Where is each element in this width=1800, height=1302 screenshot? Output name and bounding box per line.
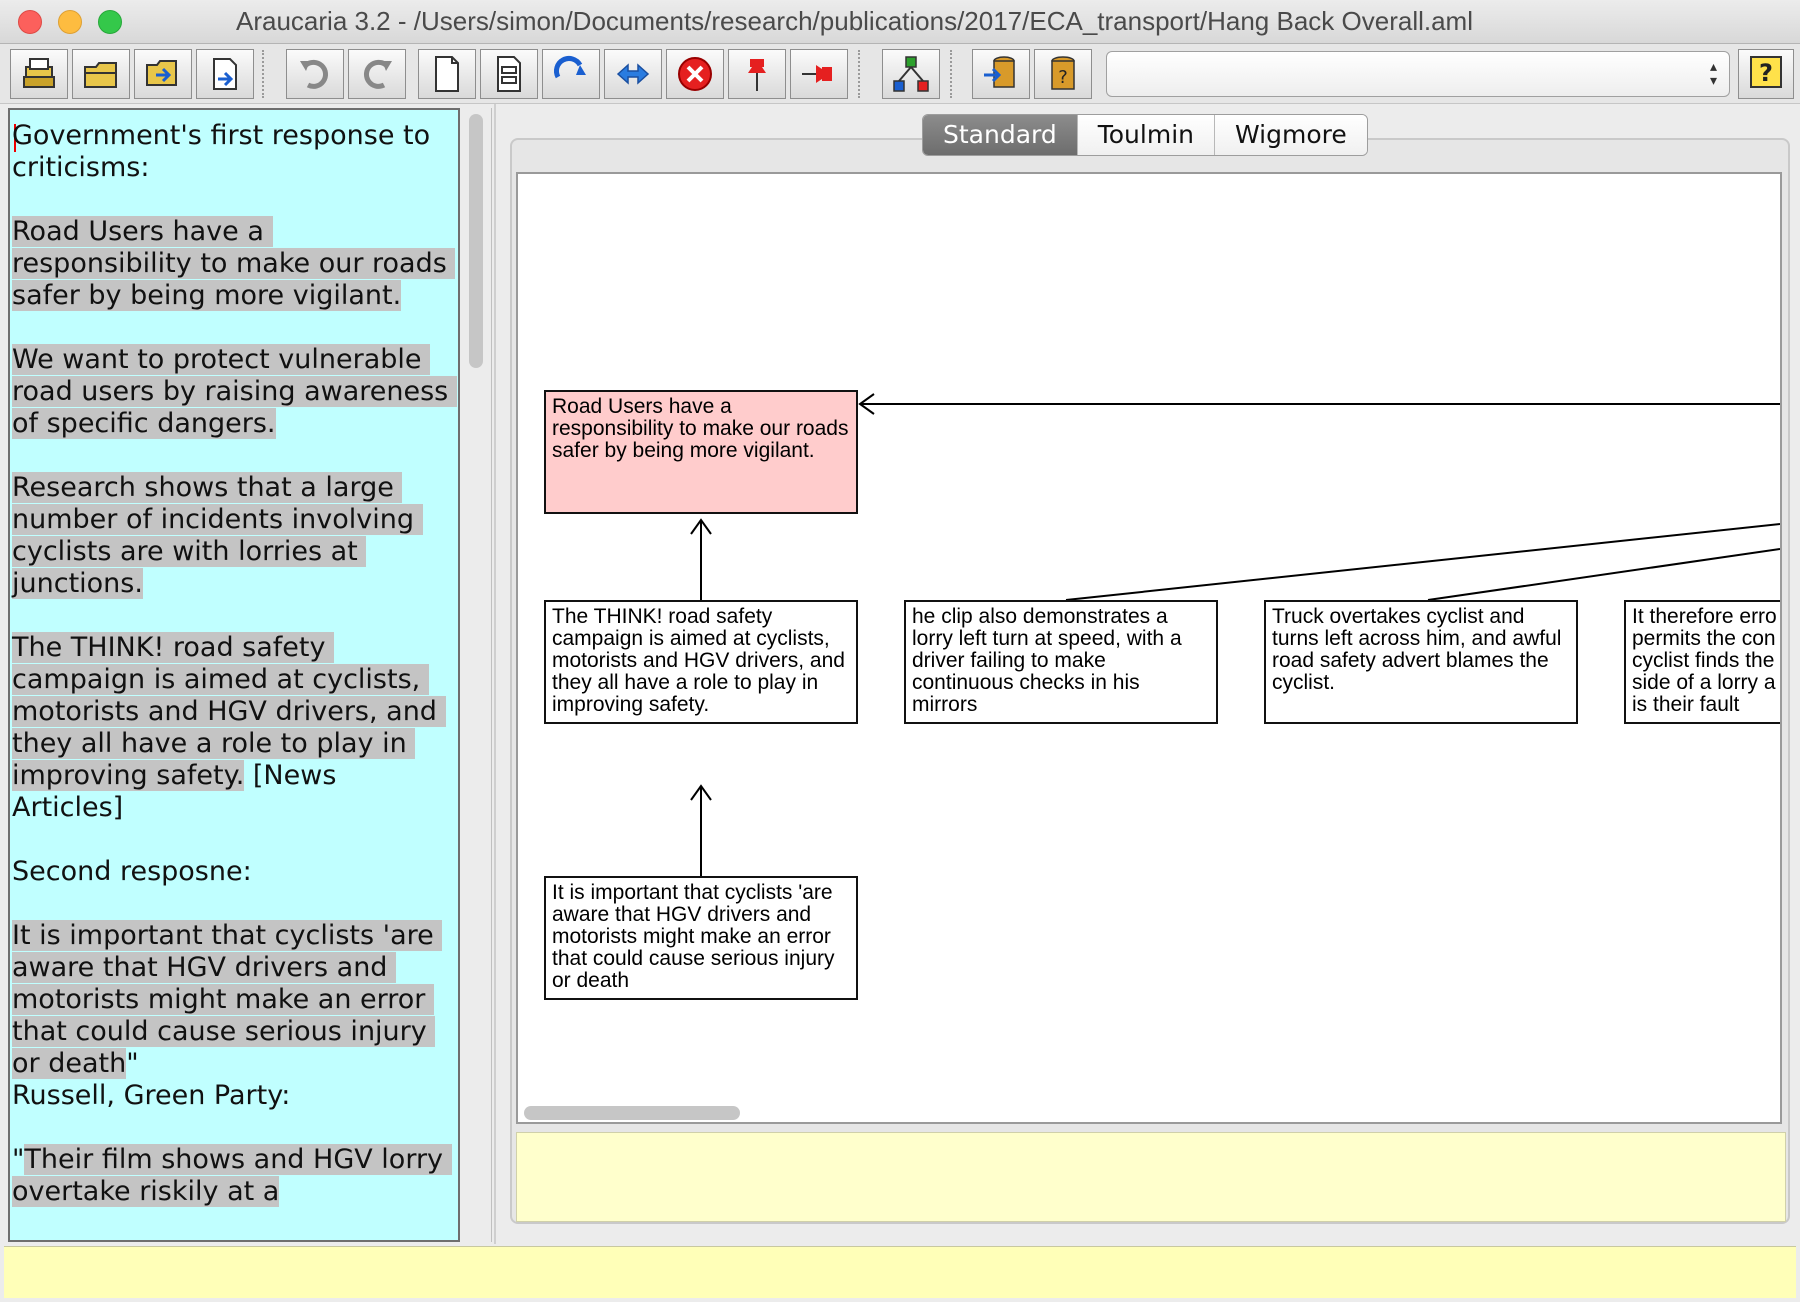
source-paragraph: Government's first response to criticism… <box>12 120 452 184</box>
pin-button[interactable] <box>728 49 786 99</box>
database-query-icon: ? <box>1051 56 1075 90</box>
document-properties-button[interactable] <box>480 49 538 99</box>
new-document-icon <box>435 56 459 92</box>
combo-arrows-icon: ▴ ▾ <box>1709 59 1717 89</box>
source-text[interactable]: Government's first response to criticism… <box>12 120 457 1240</box>
argument-node[interactable]: It is important that cyclists 'are aware… <box>544 876 858 1000</box>
tree-layout-icon <box>893 56 929 92</box>
source-paragraph: Research shows that a large number of in… <box>12 472 452 600</box>
evaluation-area[interactable] <box>516 1132 1786 1222</box>
argument-node[interactable]: The THINK! road safety campaign is aimed… <box>544 600 858 724</box>
node-text: Truck overtakes cyclist and turns left a… <box>1272 605 1562 694</box>
source-paragraph: The THINK! road safety campaign is aimed… <box>12 632 452 824</box>
export-button[interactable] <box>196 49 254 99</box>
redo-button[interactable] <box>348 49 406 99</box>
argument-node[interactable]: he clip also demonstrates a lorry left t… <box>904 600 1218 724</box>
link-button[interactable] <box>542 49 600 99</box>
highlighted-text: The THINK! road safety campaign is aimed… <box>12 632 446 791</box>
diagram-canvas[interactable]: Road Users have a responsibility to make… <box>516 172 1782 1124</box>
save-button[interactable] <box>134 49 192 99</box>
node-text: he clip also demonstrates a lorry left t… <box>912 605 1182 716</box>
argument-node[interactable]: Road Users have a responsibility to make… <box>544 390 858 514</box>
svg-text:?: ? <box>1759 59 1773 87</box>
svg-text:?: ? <box>1058 67 1068 88</box>
minimize-window-button[interactable] <box>58 10 82 34</box>
argument-node[interactable]: Truck overtakes cyclist and turns left a… <box>1264 600 1578 724</box>
toolbar: ? ▴ ▾ ? <box>0 44 1800 104</box>
source-text-segment: Government's first response to criticism… <box>12 120 439 183</box>
open-button[interactable] <box>10 49 68 99</box>
source-text-scroll-thumb[interactable] <box>469 114 483 368</box>
open-icon <box>23 58 55 88</box>
highlighted-text: Their film shows and HGV lorry overtake … <box>12 1144 452 1207</box>
source-text-pane[interactable]: Government's first response to criticism… <box>8 108 460 1242</box>
document-properties-icon <box>497 56 521 92</box>
node-text: Road Users have a responsibility to make… <box>552 395 849 462</box>
node-text: It therefore erro permits the con cyclis… <box>1632 605 1777 716</box>
pin-icon <box>748 59 766 91</box>
edge-n3-offscreen <box>1065 523 1780 601</box>
unpin-button[interactable] <box>790 49 848 99</box>
save-icon <box>146 60 177 86</box>
diagram-view-tabs: Standard Toulmin Wigmore <box>922 114 1368 156</box>
open-folder-button[interactable] <box>72 49 130 99</box>
delete-icon <box>678 57 712 91</box>
source-paragraph: Second resposne: <box>12 856 452 888</box>
source-text-segment: " <box>12 1144 25 1175</box>
diagram-scroll-thumb[interactable] <box>524 1106 740 1120</box>
highlighted-text: We want to protect vulnerable road users… <box>12 344 457 439</box>
help-icon: ? <box>1750 56 1782 88</box>
refutation-button[interactable] <box>604 49 662 99</box>
help-button[interactable]: ? <box>1738 49 1794 99</box>
source-paragraph: We want to protect vulnerable road users… <box>12 344 457 440</box>
link-icon <box>553 55 586 79</box>
status-bar <box>4 1246 1796 1298</box>
undo-icon <box>300 59 328 89</box>
source-paragraph: "Their film shows and HGV lorry overtake… <box>12 1144 452 1208</box>
argument-node[interactable]: It therefore erro permits the con cyclis… <box>1624 600 1780 724</box>
tree-layout-button[interactable] <box>882 49 940 99</box>
redo-icon <box>364 59 392 89</box>
source-text-segment: Second resposne: <box>12 856 252 887</box>
open-folder-icon <box>84 62 117 88</box>
source-paragraph: It is important that cyclists 'are aware… <box>12 920 452 1112</box>
close-window-button[interactable] <box>18 10 42 34</box>
split-pane-divider[interactable] <box>494 104 496 1244</box>
new-document-button[interactable] <box>418 49 476 99</box>
scheme-combo-box[interactable]: ▴ ▾ <box>1106 51 1730 97</box>
export-icon <box>213 58 237 90</box>
source-paragraph: Road Users have a responsibility to make… <box>12 216 456 312</box>
zoom-window-button[interactable] <box>98 10 122 34</box>
highlighted-text: Research shows that a large number of in… <box>12 472 423 599</box>
title-bar: Araucaria 3.2 - /Users/simon/Documents/r… <box>0 0 1800 44</box>
database-query-button[interactable]: ? <box>1034 49 1092 99</box>
highlighted-text: Road Users have a responsibility to make… <box>12 216 456 311</box>
unpin-icon <box>802 65 832 83</box>
node-text: It is important that cyclists 'are aware… <box>552 881 835 992</box>
window-title: Araucaria 3.2 - /Users/simon/Documents/r… <box>236 6 1473 36</box>
database-upload-button[interactable] <box>972 49 1030 99</box>
refutation-icon <box>616 63 650 85</box>
highlighted-text: It is important that cyclists 'are aware… <box>12 920 443 1079</box>
tab-toulmin[interactable]: Toulmin <box>1077 115 1215 155</box>
tab-wigmore[interactable]: Wigmore <box>1215 115 1367 155</box>
source-text-scrollbar[interactable] <box>462 108 492 1242</box>
database-upload-icon <box>984 56 1015 88</box>
diagram-horizontal-scrollbar[interactable] <box>522 1104 1776 1120</box>
delete-button[interactable] <box>666 49 724 99</box>
undo-button[interactable] <box>286 49 344 99</box>
tab-standard[interactable]: Standard <box>923 115 1078 155</box>
node-text: The THINK! road safety campaign is aimed… <box>552 605 845 716</box>
